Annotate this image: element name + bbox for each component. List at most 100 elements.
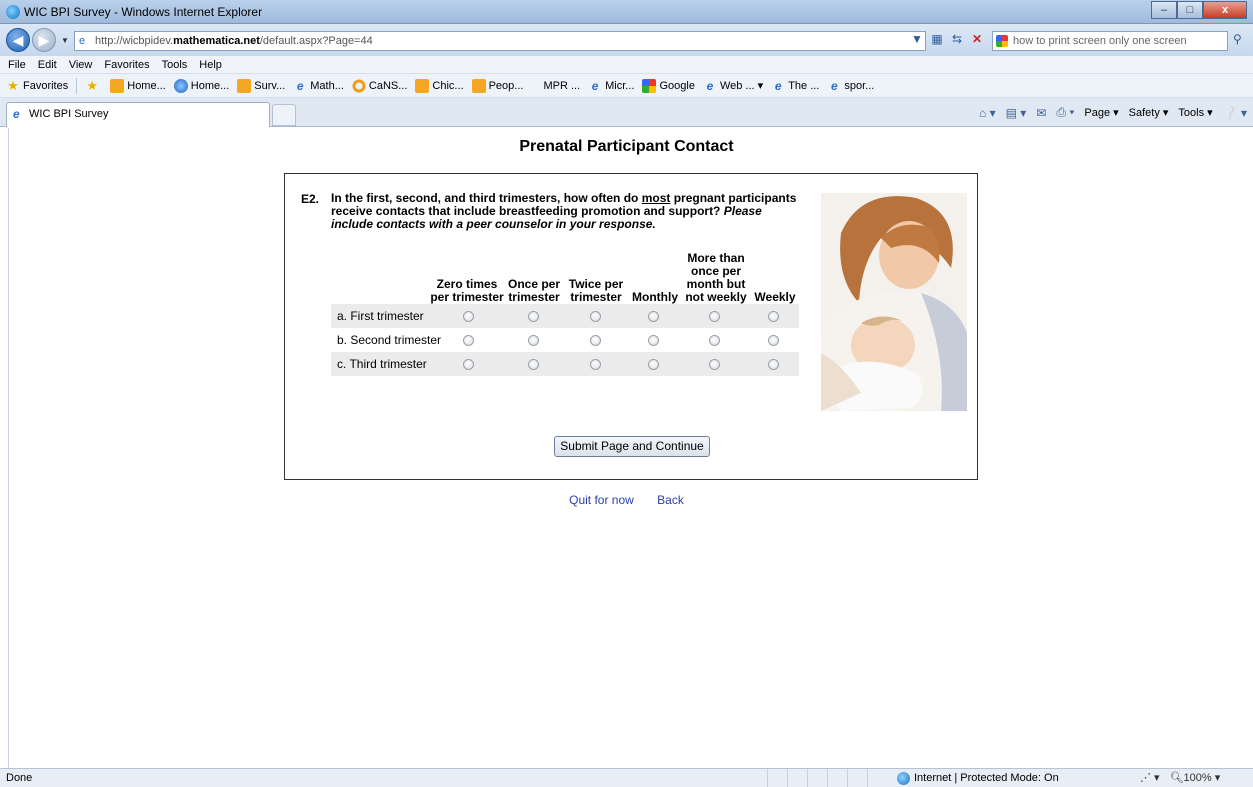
magnifier-icon: 🔍︎ [1169,772,1184,784]
favorite-link[interactable]: e The ... [771,79,820,93]
navigation-links: Quit for now Back [0,493,1253,507]
grid-row-first-trimester: a. First trimester [331,304,799,328]
quit-link[interactable]: Quit for now [569,493,634,507]
feeds-icon[interactable]: ▤ ▾ [1006,106,1027,120]
radio-more-than-once[interactable] [709,335,720,346]
safety-menu[interactable]: Safety ▾ [1129,106,1169,119]
search-text: how to print screen only one screen [1013,35,1187,47]
favorite-link[interactable]: Google [642,78,695,93]
star-icon: ★ [7,77,19,93]
back-link[interactable]: Back [657,493,684,507]
add-favorite-icon: ★ [86,77,99,93]
minimize-button[interactable]: – [1151,1,1177,19]
radio-weekly[interactable] [768,311,779,322]
refresh-icon[interactable]: ⇆ [950,32,964,46]
ie-page-icon: e [13,107,20,121]
status-cells [767,769,887,787]
zone-text: Internet | Protected Mode: On [914,772,1059,784]
radio-monthly[interactable] [648,359,659,370]
ie-page-icon: e [296,78,304,93]
radio-more-than-once[interactable] [709,311,720,322]
add-favorite-button[interactable]: ★ [85,77,102,93]
close-button[interactable]: x [1203,1,1247,19]
favorite-link[interactable]: Home... [110,78,166,93]
favorite-link[interactable]: Peop... [471,78,523,93]
radio-twice[interactable] [590,311,601,322]
status-cell [787,769,807,787]
menu-help[interactable]: Help [199,56,222,73]
ie-page-icon: e [591,78,599,93]
recent-pages-dropdown[interactable]: ▼ [61,36,69,45]
ie-page-icon: e [706,78,714,93]
favorites-button[interactable]: ★ Favorites [6,77,68,93]
compatibility-icon[interactable]: ▦ [930,32,944,46]
arrow-left-icon: ◀ [12,31,24,48]
address-dropdown-icon[interactable]: ▼ [910,32,924,46]
menu-file[interactable]: File [8,56,26,73]
radio-weekly[interactable] [768,359,779,370]
stop-icon[interactable]: ✕ [970,32,984,46]
security-zone[interactable]: Internet | Protected Mode: On [897,769,1059,787]
radio-twice[interactable] [590,335,601,346]
google-icon [996,35,1008,47]
menu-tools[interactable]: Tools [162,56,188,73]
radio-monthly[interactable] [648,335,659,346]
radio-weekly[interactable] [768,335,779,346]
new-tab-button[interactable] [272,104,296,126]
tools-menu[interactable]: Tools ▾ [1178,106,1212,119]
help-icon[interactable]: ❔ ▾ [1223,106,1247,120]
favorite-link[interactable]: e Math... [293,79,344,93]
mail-icon[interactable]: ✉ [1036,106,1046,120]
status-cell [767,769,787,787]
maximize-button[interactable]: □ [1177,1,1203,19]
radio-monthly[interactable] [648,311,659,322]
search-icon[interactable]: ⚲ [1233,32,1242,46]
protected-mode-icon[interactable]: ⋰ ▾ [1140,769,1160,787]
page-menu[interactable]: Page ▾ [1084,106,1118,119]
radio-zero-times[interactable] [463,335,474,346]
command-bar: ⌂ ▾ ▤ ▾ ✉ ⎙ ▾ Page ▾ Safety ▾ Tools ▾ ❔ … [979,105,1247,120]
favorite-link[interactable]: Chic... [415,78,464,93]
radio-once[interactable] [528,335,539,346]
favorite-link[interactable]: MPR ... [543,80,580,92]
search-input[interactable]: how to print screen only one screen [992,31,1228,51]
radio-zero-times[interactable] [463,311,474,322]
tab-wic-bpi-survey[interactable]: e WIC BPI Survey [6,102,270,127]
favorite-link[interactable]: Home... [173,78,229,93]
favorite-link[interactable]: CaNS... [351,78,407,93]
forward-button[interactable]: ▶ [32,28,56,52]
status-cell [827,769,847,787]
feed-icon [415,78,430,93]
address-tools: ▼ ▦ ⇆ ✕ [910,32,984,46]
menu-edit[interactable]: Edit [38,56,57,73]
favorite-link[interactable]: e Micr... [588,78,635,93]
page-title: Prenatal Participant Contact [519,138,734,155]
favorite-link[interactable]: e Web ... ▾ [703,78,764,93]
radio-more-than-once[interactable] [709,359,720,370]
submit-button[interactable]: Submit Page and Continue [554,436,710,457]
print-icon[interactable]: ⎙ ▾ [1056,105,1074,120]
row-label: c. Third trimester [337,357,427,371]
favorite-link[interactable]: e spor... [827,79,874,93]
menu-favorites[interactable]: Favorites [104,56,149,73]
radio-once[interactable] [528,359,539,370]
radio-once[interactable] [528,311,539,322]
grid-row-second-trimester: b. Second trimester [331,328,799,352]
status-cell [847,769,867,787]
radio-zero-times[interactable] [463,359,474,370]
menu-view[interactable]: View [69,56,93,73]
column-header: Once per trimester [507,277,561,304]
question-number: E2. [301,192,320,206]
url-domain: mathematica.net [173,35,260,47]
zoom-level[interactable]: 🔍︎100% ▾ [1170,769,1221,787]
address-bar[interactable]: e http://wicbpidev.mathematica.net/defau… [74,31,926,51]
grid-row-third-trimester: c. Third trimester [331,352,799,376]
status-cell [807,769,827,787]
back-button[interactable]: ◀ [6,28,30,52]
radio-twice[interactable] [590,359,601,370]
zoom-control: ⋰ ▾ 🔍︎100% ▾ [1140,769,1220,787]
home-icon[interactable]: ⌂ ▾ [979,106,996,120]
ie-logo-icon [6,5,20,19]
feed-icon [471,78,486,93]
favorite-link[interactable]: Surv... [237,78,285,93]
